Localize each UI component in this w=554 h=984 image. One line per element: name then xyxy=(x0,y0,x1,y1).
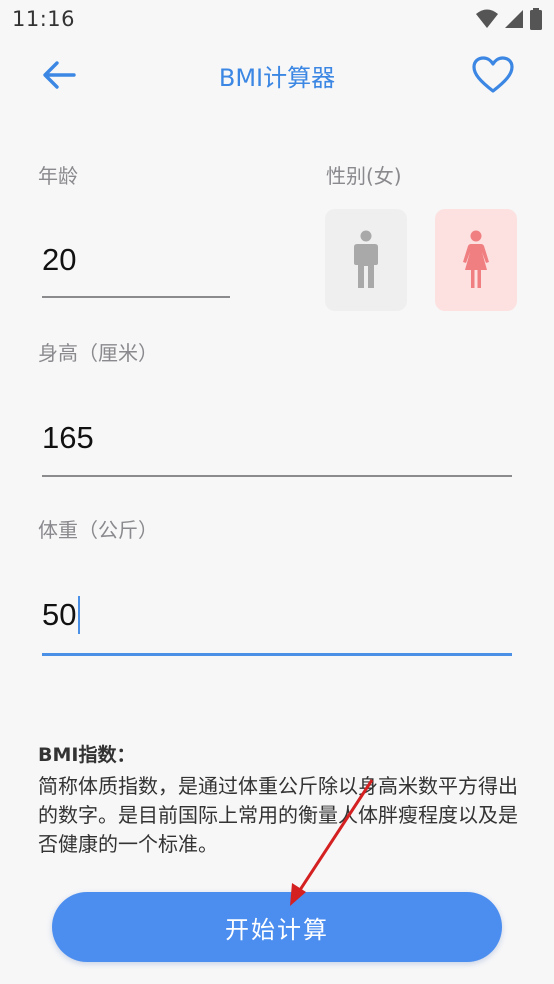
weight-input[interactable]: 50 xyxy=(42,595,81,636)
status-icons xyxy=(476,8,542,30)
wifi-icon xyxy=(476,9,498,28)
start-calculate-label: 开始计算 xyxy=(225,915,329,944)
start-calculate-button[interactable]: 开始计算 xyxy=(52,892,502,962)
age-input-underline xyxy=(42,296,230,298)
status-bar: 11:16 xyxy=(0,0,554,38)
weight-input-text: 50 xyxy=(42,597,77,632)
status-time: 11:16 xyxy=(12,7,76,31)
favorite-button[interactable] xyxy=(470,52,516,98)
weight-label: 体重（公斤） xyxy=(38,518,158,542)
age-label: 年龄 xyxy=(38,164,78,188)
text-cursor xyxy=(78,595,81,634)
female-icon xyxy=(463,230,489,288)
height-input[interactable]: 165 xyxy=(42,420,94,456)
height-input-underline xyxy=(42,475,512,477)
weight-input-underline xyxy=(42,653,512,656)
male-option[interactable] xyxy=(325,209,407,311)
app-header: BMI计算器 xyxy=(0,44,554,104)
height-label: 身高（厘米） xyxy=(38,341,158,365)
bmi-info-title: BMI指数： xyxy=(38,744,136,766)
male-icon xyxy=(354,230,378,288)
battery-icon xyxy=(530,8,542,30)
bmi-info-description: 简称体质指数，是通过体重公斤除以身高米数平方得出的数字。是目前国际上常用的衡量人… xyxy=(38,774,518,856)
heart-icon xyxy=(472,56,514,93)
gender-label: 性别(女) xyxy=(326,164,402,188)
signal-icon xyxy=(505,10,523,28)
age-input[interactable]: 20 xyxy=(42,242,76,278)
female-option[interactable] xyxy=(435,209,517,311)
